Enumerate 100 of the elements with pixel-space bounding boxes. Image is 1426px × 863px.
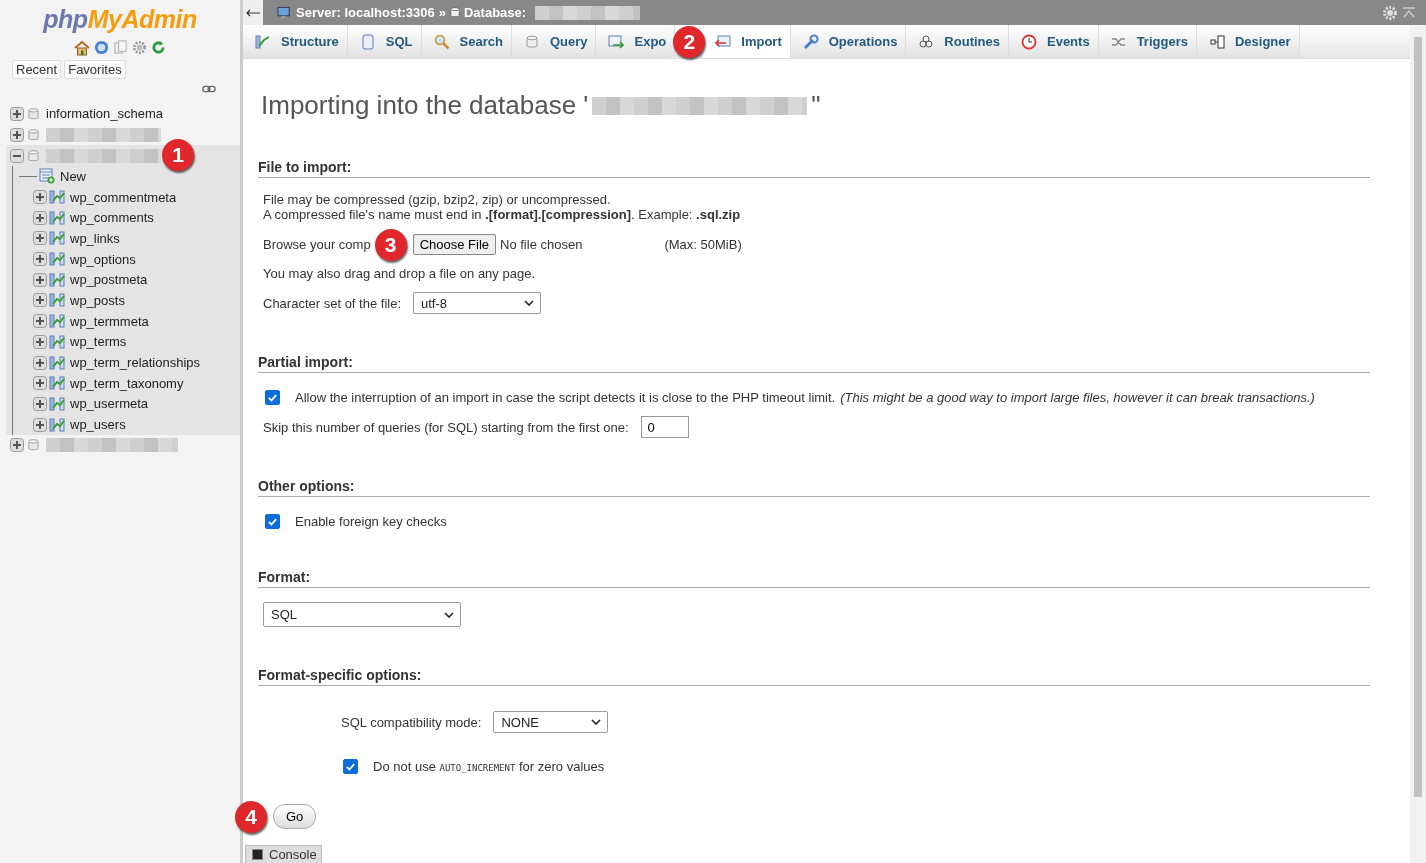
tab[interactable]: Import <box>703 25 791 58</box>
table-name[interactable]: wp_links <box>70 230 120 246</box>
table-name[interactable]: wp_options <box>70 251 136 267</box>
tab[interactable]: Search <box>421 25 512 58</box>
compatibility-dropdown[interactable]: NONE <box>493 711 609 733</box>
expand-icon[interactable] <box>33 396 47 411</box>
database-icon <box>28 127 39 142</box>
tab[interactable]: SQL <box>347 25 422 58</box>
table-icon[interactable] <box>49 313 65 330</box>
table-export-icon <box>608 33 625 50</box>
table-icon[interactable] <box>49 375 65 392</box>
help-text: You may also drag and drop a file on any page. <box>263 266 536 281</box>
collapse-icon[interactable] <box>10 148 24 163</box>
table-name[interactable]: wp_comments <box>70 210 154 226</box>
callout-badge: 1 <box>162 139 194 171</box>
tab[interactable]: Query <box>511 25 597 58</box>
table-icon[interactable] <box>49 251 65 268</box>
table-name[interactable]: wp_commentmeta <box>70 189 177 205</box>
tab[interactable]: Expo <box>596 25 676 58</box>
caret-icon <box>591 719 602 725</box>
sidebar-button[interactable]: Recent <box>12 60 62 79</box>
expand-icon[interactable] <box>33 376 47 391</box>
expand-icon[interactable] <box>33 231 47 246</box>
callout-badge: 4 <box>235 801 267 833</box>
caret-icon <box>444 611 454 618</box>
expand-icon[interactable] <box>10 127 24 142</box>
checkbox[interactable] <box>343 759 358 774</box>
table-icon[interactable] <box>49 333 65 350</box>
table-icon[interactable] <box>49 271 65 288</box>
table-name[interactable]: New <box>60 168 86 184</box>
checkmark-icon <box>267 516 278 527</box>
tab[interactable]: Events <box>1009 25 1099 58</box>
settings-icon[interactable] <box>132 40 147 55</box>
table-icon[interactable] <box>49 230 65 247</box>
field-label: SQL compatibility mode: <box>341 714 482 730</box>
checkmark-icon <box>345 761 356 772</box>
home-icon[interactable] <box>74 40 90 56</box>
expand-icon[interactable] <box>33 190 47 205</box>
link-icon[interactable] <box>202 85 216 93</box>
charset-dropdown[interactable]: utf-8 <box>413 292 541 314</box>
tab[interactable]: Structure <box>243 25 348 58</box>
reload-icon[interactable] <box>151 40 166 55</box>
expand-icon[interactable] <box>33 417 47 432</box>
table-icon[interactable] <box>49 354 65 371</box>
scrollbar[interactable] <box>1410 25 1426 863</box>
database-name[interactable]: information_schema <box>46 106 164 121</box>
skip-queries-input[interactable]: 0 <box>640 416 689 438</box>
new-table-icon[interactable] <box>39 168 55 185</box>
table-icon[interactable] <box>49 189 65 206</box>
back-arrow-icon <box>246 8 260 17</box>
console-icon <box>252 849 263 860</box>
expand-icon[interactable] <box>33 210 47 225</box>
page-heading: " <box>811 90 821 121</box>
table-icon[interactable] <box>49 209 65 226</box>
expand-icon[interactable] <box>10 438 24 453</box>
tab[interactable]: Designer <box>1196 25 1300 58</box>
checkbox[interactable] <box>265 514 280 529</box>
table-name[interactable]: wp_terms <box>70 334 127 350</box>
tab[interactable]: Routines <box>906 25 1009 58</box>
diagram-icon <box>1208 33 1225 50</box>
expand-icon[interactable] <box>33 314 47 329</box>
expand-icon[interactable] <box>10 106 24 121</box>
checkbox[interactable] <box>265 390 280 405</box>
table-name[interactable]: wp_term_taxonomy <box>70 375 184 391</box>
help-icon[interactable] <box>94 40 109 55</box>
expand-icon[interactable] <box>33 272 47 287</box>
expand-icon[interactable] <box>33 293 47 308</box>
back-button[interactable] <box>243 0 263 25</box>
table-icon[interactable] <box>49 292 65 309</box>
checkbox-label: Enable foreign key checks <box>295 514 447 529</box>
table-name[interactable]: wp_term_relationships <box>70 355 201 371</box>
callout-badge: 2 <box>673 25 706 58</box>
table-name[interactable]: wp_postmeta <box>70 272 148 288</box>
tab[interactable]: Triggers <box>1098 25 1197 58</box>
go-button[interactable]: Go <box>273 804 317 829</box>
table-name[interactable]: wp_users <box>70 417 126 433</box>
section-title: Format: <box>258 569 1370 588</box>
breadcrumb-link[interactable]: Server: localhost:3306 <box>296 5 435 20</box>
choose-file-button[interactable]: Choose File <box>412 234 497 255</box>
table-name[interactable]: wp_termmeta <box>70 313 149 329</box>
table-icon[interactable] <box>49 416 65 433</box>
tab[interactable]: Operations <box>790 25 907 58</box>
breadcrumb-link[interactable]: Database: <box>463 5 527 20</box>
file-status: No file chosen <box>500 237 583 252</box>
expand-icon[interactable] <box>33 252 47 267</box>
console-tab[interactable]: Console <box>245 845 322 863</box>
expand-icon[interactable] <box>33 334 47 349</box>
logo[interactable]: phpMyAdmin <box>0 5 240 34</box>
clock-icon <box>1021 33 1037 50</box>
format-dropdown[interactable]: SQL <box>263 602 461 627</box>
checkbox-label: Do not use AUTO_INCREMENT for zero values <box>373 759 605 774</box>
database-icon <box>28 106 39 121</box>
wrench-icon <box>802 33 819 50</box>
scroll-icon <box>359 33 376 50</box>
field-label: Character set of the file: <box>263 295 401 311</box>
sidebar-button[interactable]: Favorites <box>64 60 126 79</box>
table-name[interactable]: wp_usermeta <box>70 396 149 412</box>
expand-icon[interactable] <box>33 355 47 370</box>
table-name[interactable]: wp_posts <box>70 292 125 308</box>
table-icon[interactable] <box>49 395 65 412</box>
